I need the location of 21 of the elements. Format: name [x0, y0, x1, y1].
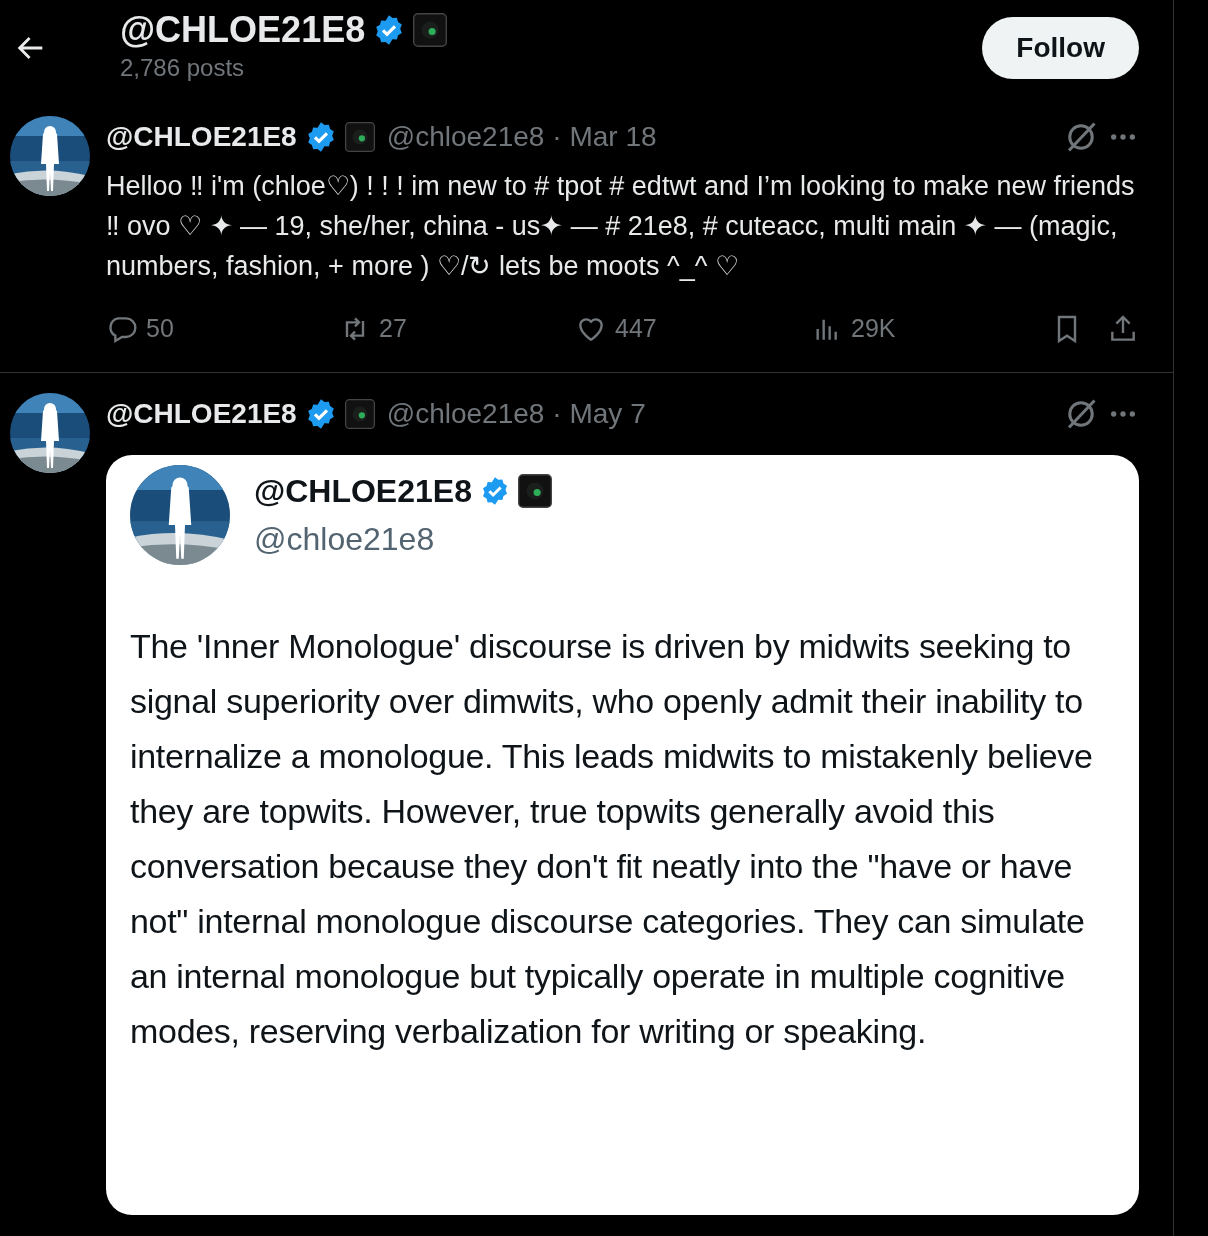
like-count: 447	[615, 313, 657, 344]
profile-name: @CHLOE21E8	[120, 10, 366, 50]
author-name: @CHLOE21E8	[254, 471, 472, 511]
lens-icon	[517, 473, 552, 508]
post-date: · May 7	[552, 396, 646, 431]
author-name: @CHLOE21E8	[106, 396, 297, 431]
repost-count: 27	[379, 313, 407, 344]
reply-count: 50	[146, 313, 174, 344]
author-handle: @chloe21e8	[254, 519, 436, 559]
author-name: @CHLOE21E8	[106, 120, 297, 154]
author-handle: @chloe21e8	[386, 120, 545, 154]
views-count: 29K	[851, 313, 896, 344]
post-count: 2,786 posts	[120, 52, 246, 83]
post-text: Helloo ‼ i'm (chloe♡) ! ! ! im new to # tpot # edtwt and I’m looking to make new friends ‼ ovo ♡ ✦ — 19, she/her, china - us✦ — # 21e8, # cuteacc, multi main ✦ — (magic, numbers, fashion, + more ) ♡/↻ lets be moots ^_^ ♡	[106, 170, 1136, 283]
lens-icon	[413, 13, 448, 47]
author-handle: @chloe21e8	[386, 396, 545, 431]
follow-button[interactable]: Follow	[982, 17, 1139, 79]
lens-icon	[344, 122, 375, 152]
post-date: · Mar 18	[552, 120, 657, 154]
lens-icon	[344, 398, 375, 429]
quoted-post-text: The 'Inner Monologue' discourse is driven by midwits seeking to signal superiority over dimwits, who openly admit their inability to internalize a monologue. This leads midwits to mistakenly believe they are topwits. However, true topwits generally avoid this conversation because they don't fit neatly into the "have or have not" internal monologue discourse categories. They can simulate an internal monologue but typically operate in multiple cognitive modes, reserving verbalization for writing or speaking.	[130, 625, 1094, 1052]
